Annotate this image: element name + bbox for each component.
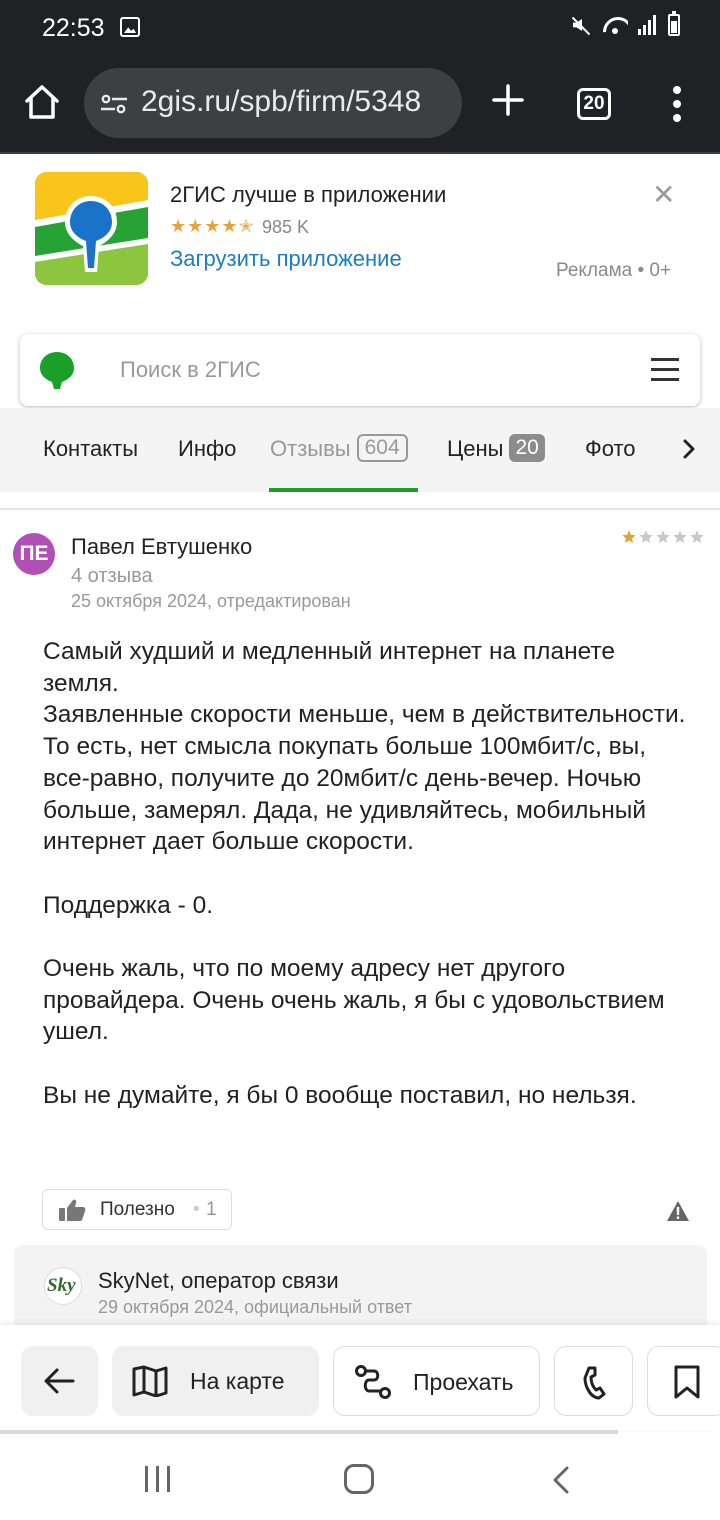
star-empty-icon bbox=[656, 530, 670, 543]
gallery-icon bbox=[120, 17, 140, 37]
page: 22:53 2gis.ru/spb/firm/5348 20 2ГИС лучш… bbox=[0, 0, 720, 1520]
reviewer-reviews-count: 4 отзыва bbox=[71, 565, 153, 587]
mute-icon bbox=[570, 14, 592, 36]
company-name[interactable]: SkyNet, оператор связи bbox=[98, 1268, 339, 1294]
star-filled-icon bbox=[622, 530, 636, 543]
back-nav-button[interactable] bbox=[552, 1466, 570, 1494]
tab-prices-label: Цены bbox=[447, 436, 504, 461]
chevron-right-icon[interactable] bbox=[682, 438, 696, 460]
review-text: Самый худший и медленный интернет на пла… bbox=[43, 638, 686, 1109]
avatar[interactable]: ПЕ bbox=[13, 533, 55, 575]
call-button[interactable] bbox=[554, 1346, 633, 1416]
helpful-button[interactable]: Полезно • 1 bbox=[42, 1189, 232, 1230]
divider bbox=[0, 508, 720, 510]
search-input[interactable]: Поиск в 2ГИС bbox=[120, 357, 261, 383]
ad-label: Реклама • 0+ bbox=[556, 260, 672, 281]
company-logo[interactable]: Sky bbox=[44, 1267, 82, 1305]
tab-photos[interactable]: Фото bbox=[585, 436, 636, 462]
review-date: 25 октября 2024, отредактирован bbox=[71, 591, 351, 611]
reviewer-name[interactable]: Павел Евтушенко bbox=[71, 534, 252, 560]
active-tab-indicator bbox=[269, 488, 418, 492]
helpful-count: 1 bbox=[206, 1199, 217, 1220]
more-vert-icon[interactable] bbox=[672, 86, 682, 122]
bookmark-button[interactable] bbox=[647, 1346, 720, 1416]
banner-title: 2ГИС лучше в приложении bbox=[170, 182, 447, 207]
tab-switcher-icon[interactable]: 20 bbox=[577, 88, 611, 120]
star-empty-icon bbox=[690, 530, 704, 543]
route-label: Проехать bbox=[413, 1369, 514, 1395]
url-text: 2gis.ru/spb/firm/5348 bbox=[141, 85, 422, 118]
wifi-icon bbox=[602, 15, 628, 35]
home-icon bbox=[25, 85, 59, 119]
star-empty-icon bbox=[673, 530, 687, 543]
home-nav-button[interactable] bbox=[344, 1464, 374, 1494]
banner-reviews-count: 985 K bbox=[262, 217, 310, 237]
search-box[interactable]: Поиск в 2ГИС bbox=[20, 334, 700, 406]
back-button[interactable] bbox=[21, 1346, 98, 1416]
system-navigation-bar bbox=[0, 1434, 720, 1520]
tune-icon[interactable] bbox=[101, 94, 127, 114]
new-tab-button[interactable] bbox=[488, 80, 528, 120]
signal-icon bbox=[638, 15, 658, 35]
thumb-up-icon bbox=[59, 1199, 86, 1221]
tab-info[interactable]: Инфо bbox=[178, 436, 236, 462]
menu-icon[interactable] bbox=[651, 358, 679, 382]
response-date: 29 октября 2024, официальный ответ bbox=[98, 1297, 412, 1317]
address-bar[interactable]: 2gis.ru/spb/firm/5348 bbox=[84, 68, 462, 138]
home-button[interactable] bbox=[22, 82, 62, 122]
download-app-link[interactable]: Загрузить приложение bbox=[170, 246, 402, 272]
bookmark-icon bbox=[674, 1365, 700, 1399]
plus-icon bbox=[492, 84, 524, 116]
on-map-label: На карте bbox=[190, 1368, 285, 1394]
tab-reviews-label: Отзывы bbox=[270, 436, 351, 461]
battery-icon bbox=[668, 11, 680, 36]
close-icon[interactable]: ✕ bbox=[652, 178, 675, 211]
tab-contacts[interactable]: Контакты bbox=[43, 436, 138, 462]
status-bar: 22:53 bbox=[0, 0, 720, 56]
phone-icon bbox=[583, 1366, 606, 1400]
bottom-action-bar: На карте Проехать bbox=[0, 1325, 720, 1430]
firm-tabs: Контакты Инфо Отзывы 604 Цены 20 Фото bbox=[0, 408, 720, 492]
route-icon bbox=[355, 1365, 391, 1399]
banner-rating-stars: ★★★★✭ bbox=[170, 216, 255, 236]
tab-reviews[interactable]: Отзывы 604 bbox=[270, 434, 408, 464]
warning-icon[interactable] bbox=[666, 1200, 690, 1222]
helpful-label: Полезно bbox=[100, 1199, 175, 1220]
company-logo-text: Sky bbox=[47, 1275, 76, 1296]
map-icon bbox=[132, 1365, 168, 1397]
helpful-separator: • bbox=[193, 1199, 200, 1220]
arrow-left-icon bbox=[44, 1368, 75, 1394]
app-promo-banner: 2ГИС лучше в приложении ★★★★✭ 985 K Загр… bbox=[0, 154, 720, 314]
route-button[interactable]: Проехать bbox=[333, 1346, 540, 1416]
tabs-fade bbox=[640, 408, 720, 492]
review-rating-stars bbox=[621, 529, 705, 545]
tab-prices-badge: 20 bbox=[509, 434, 545, 463]
recents-button[interactable] bbox=[145, 1466, 171, 1492]
status-icons bbox=[570, 11, 680, 36]
on-map-button[interactable]: На карте bbox=[112, 1346, 319, 1416]
app-logo[interactable] bbox=[35, 172, 148, 285]
star-empty-icon bbox=[639, 530, 653, 543]
2gis-logo-icon bbox=[40, 352, 74, 389]
browser-toolbar: 2gis.ru/spb/firm/5348 20 bbox=[0, 56, 720, 152]
tab-prices[interactable]: Цены 20 bbox=[447, 434, 545, 464]
tab-reviews-badge: 604 bbox=[356, 434, 408, 463]
status-time: 22:53 bbox=[42, 14, 105, 42]
